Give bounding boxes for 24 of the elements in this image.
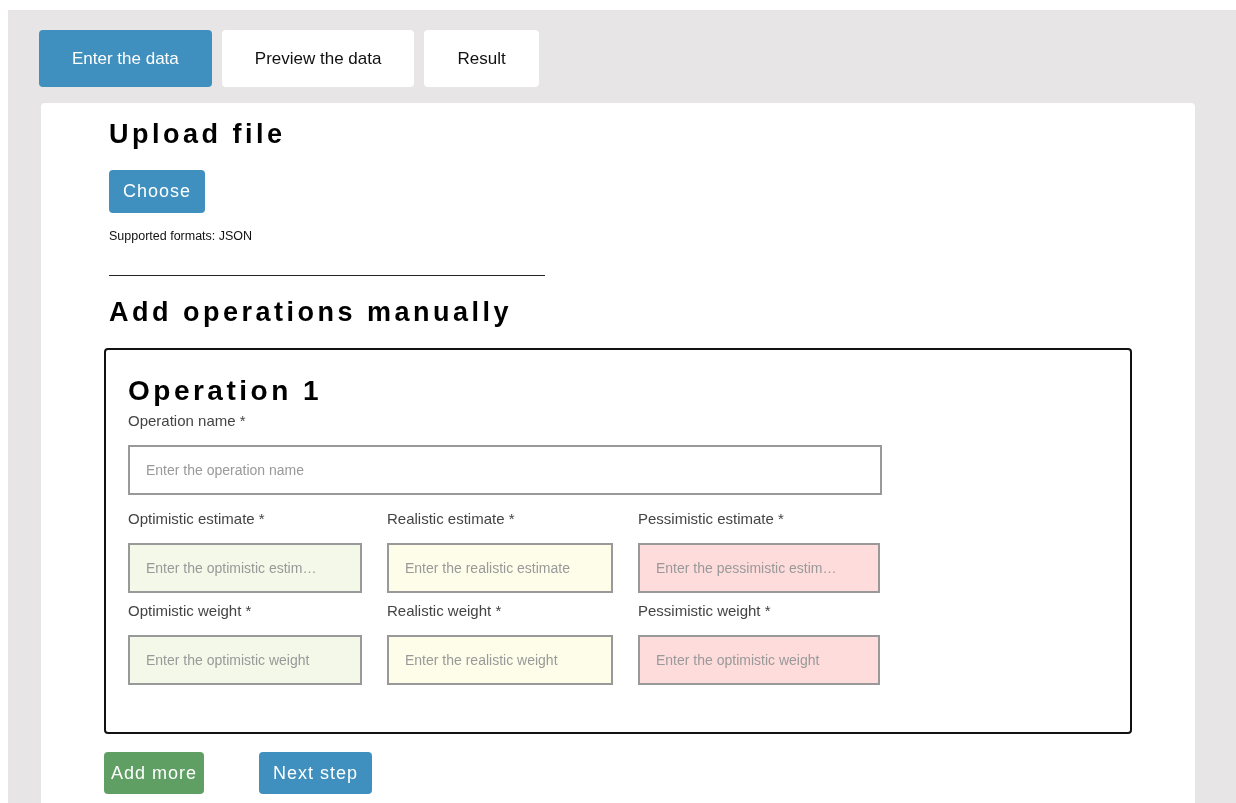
weight-field[interactable]: Enter the realistic weight [387,635,613,685]
field-label: Pessimistic weight * [638,601,772,621]
section-heading: Upload file [109,118,287,151]
next-step-button[interactable]: Next step [259,752,373,794]
field-label: Optimistic estimate * [128,509,266,529]
field-label: Optimistic weight * [128,601,253,621]
choose-button[interactable]: Choose [109,170,206,213]
weight-field[interactable]: Enter the optimistic weight [638,635,880,685]
estimate-field[interactable]: Enter the realistic estimate [387,543,613,593]
field-label: Realistic estimate * [387,509,516,529]
field-label: Pessimistic estimate * [638,509,785,529]
estimate-field[interactable]: Enter the pessimistic estim… [638,543,880,593]
field-label: Realistic weight * [387,601,503,621]
section-heading: Add operations manually [109,296,514,329]
tab[interactable]: Preview the data [221,30,415,87]
tab[interactable]: Enter the data [39,30,212,87]
estimate-field[interactable]: Enter the optimistic estim… [128,543,362,593]
add-more-button[interactable]: Add more [104,752,205,794]
operation-title: Operation 1 [128,374,324,408]
weight-field[interactable]: Enter the optimistic weight [128,635,362,685]
operation-name-field[interactable]: Enter the operation name [128,445,882,495]
field-label: Operation name * [128,411,247,431]
tab[interactable]: Result [424,30,539,87]
supported-formats-note: Supported formats: JSON [109,229,254,243]
